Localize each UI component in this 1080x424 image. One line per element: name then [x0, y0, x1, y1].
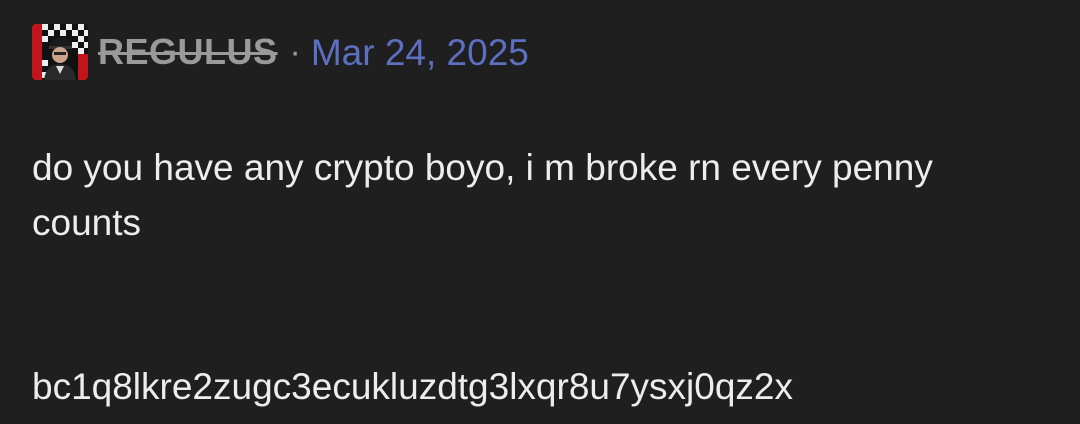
comment-header: REGULUS · Mar 24, 2025: [32, 24, 529, 80]
post-date[interactable]: Mar 24, 2025: [311, 34, 529, 71]
comment-text: do you have any crypto boyo, i m broke r…: [32, 147, 933, 243]
wallet-address: bc1q8lkre2zugc3ecukluzdtg3lxqr8u7ysxj0qz…: [32, 366, 794, 407]
author-name[interactable]: REGULUS: [98, 34, 278, 70]
user-avatar-icon[interactable]: [32, 24, 88, 80]
header-separator: ·: [289, 33, 301, 71]
avatar-image: [32, 24, 88, 80]
comment-post: REGULUS · Mar 24, 2025 do you have any c…: [0, 0, 1080, 424]
